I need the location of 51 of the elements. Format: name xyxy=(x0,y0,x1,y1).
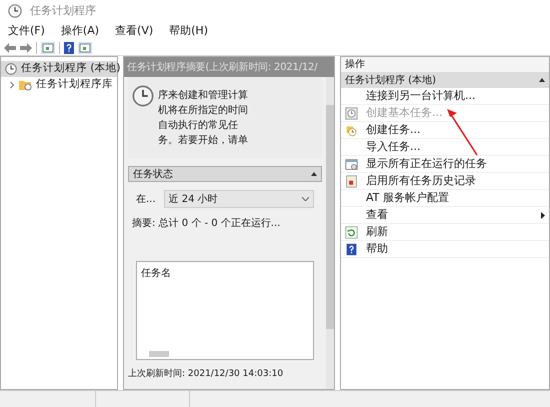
panel-icon[interactable] xyxy=(41,42,55,54)
description-text: 机将在所指定的时间 xyxy=(158,104,248,117)
menu-item[interactable]: 操作(A) xyxy=(60,22,100,40)
description-text: 自动执行的常见任 xyxy=(158,119,239,132)
clock-icon xyxy=(5,63,17,75)
document-icon xyxy=(345,174,358,188)
menu-item[interactable]: 查看(V) xyxy=(115,22,154,40)
back-icon[interactable] xyxy=(4,42,16,52)
chevron-down-icon xyxy=(302,197,309,202)
vertical-scrollbar[interactable] xyxy=(326,77,334,389)
panel-header: 任务计划程序摘要(上次刷新时间: 2021/12/ xyxy=(124,57,334,77)
task-icon xyxy=(345,124,358,136)
group-header[interactable]: 任务计划程序 (本地) xyxy=(341,72,549,88)
action-item[interactable]: 创建任务... xyxy=(341,122,549,139)
action-item[interactable]: 帮助 xyxy=(341,241,549,258)
help-icon xyxy=(345,242,358,256)
collapse-icon xyxy=(311,172,317,176)
column-header: 任务名 xyxy=(140,267,172,282)
panel-title: 操作 xyxy=(341,57,549,72)
app-icon xyxy=(8,4,22,18)
action-item[interactable]: AT 服务帐户配置 xyxy=(341,190,549,207)
section-header[interactable]: 任务状态 xyxy=(128,166,322,182)
action-item[interactable]: 连接到另一台计算机... xyxy=(341,88,549,105)
action-item[interactable]: 启用所有任务历史记录 xyxy=(341,173,549,190)
description-text: 务。若要开始，请单 xyxy=(158,134,248,147)
tree-item[interactable]: 任务计划程序 (本地) xyxy=(1,61,117,77)
help-icon[interactable] xyxy=(64,42,74,54)
description-text: 序来创建和管理计算 xyxy=(158,89,248,102)
panel-icon[interactable] xyxy=(78,42,92,54)
submenu-arrow-icon xyxy=(541,212,545,218)
refresh-icon xyxy=(345,226,358,238)
time-range-dropdown[interactable]: 近 24 小时 xyxy=(164,190,314,208)
last-refresh-text: 上次刷新时间: 2021/12/30 14:03:10 xyxy=(128,368,284,380)
menu-item[interactable]: 文件(F) xyxy=(8,22,45,40)
filter-label: 在... xyxy=(136,192,156,207)
action-item[interactable]: 导入任务... xyxy=(341,139,549,156)
collapse-icon xyxy=(539,78,545,82)
annotation-arrow xyxy=(445,109,479,157)
chevron-right-icon[interactable] xyxy=(9,81,15,89)
folder-icon xyxy=(19,79,32,91)
clock-icon xyxy=(345,106,358,120)
tree-item[interactable]: 任务计划程序库 xyxy=(1,77,117,93)
window-title: 任务计划程序 xyxy=(30,2,96,19)
clock-icon xyxy=(132,85,154,107)
status-summary: 摘要: 总计 0 个 - 0 个正在运行... xyxy=(131,216,282,232)
action-item[interactable]: 查看 xyxy=(341,207,549,224)
window-icon xyxy=(345,158,358,170)
forward-icon[interactable] xyxy=(20,42,32,52)
action-item[interactable]: 刷新 xyxy=(341,224,549,241)
action-item[interactable]: 显示所有正在运行的任务 xyxy=(341,156,549,173)
menu-item[interactable]: 帮助(H) xyxy=(169,22,208,40)
